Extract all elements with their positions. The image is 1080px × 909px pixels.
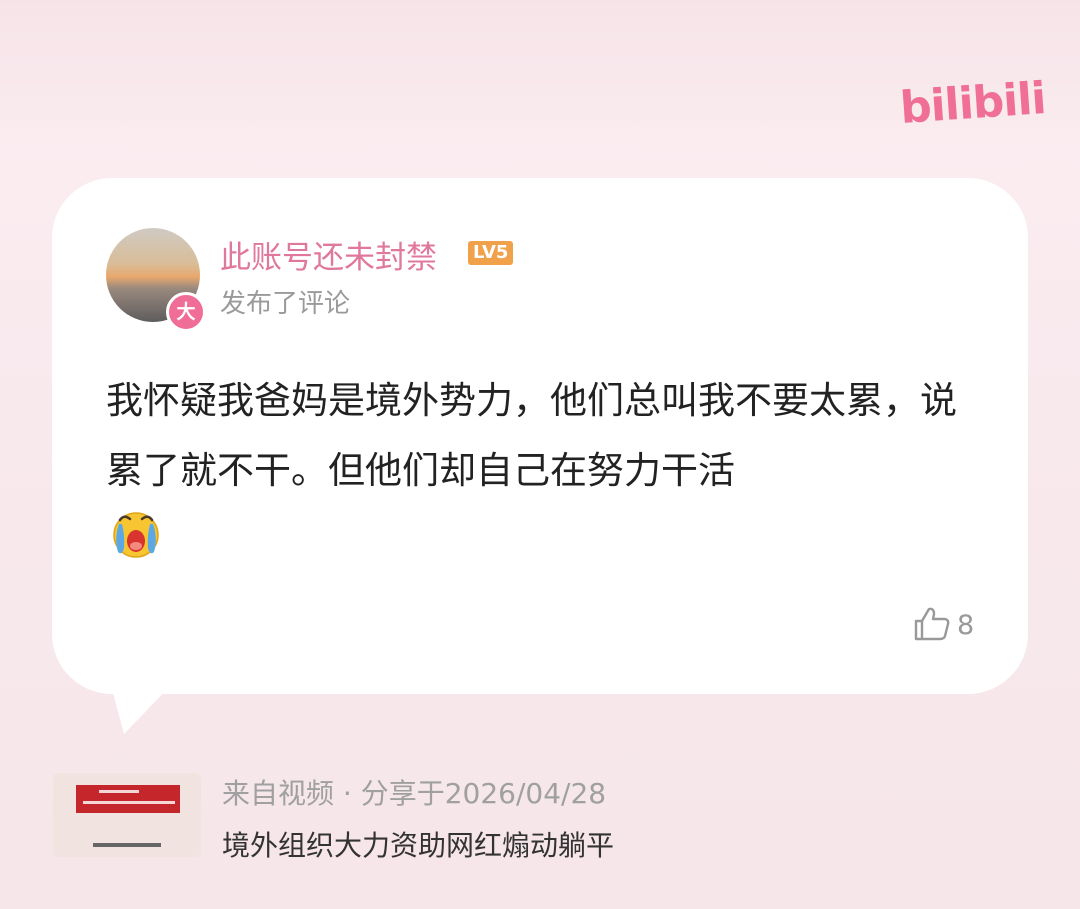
level-badge: LV5 bbox=[468, 241, 514, 265]
username[interactable]: 此账号还未封禁 bbox=[220, 232, 437, 277]
video-source-meta: 来自视频 · 分享于2026/04/28 bbox=[222, 777, 607, 810]
vip-badge: 大 bbox=[166, 292, 206, 332]
like-count[interactable]: 8 bbox=[957, 610, 974, 641]
video-title[interactable]: 境外组织大力资助网红煽动躺平 bbox=[222, 824, 614, 864]
thumbs-up-icon[interactable] bbox=[912, 604, 952, 644]
video-thumbnail[interactable] bbox=[53, 773, 201, 857]
bilibili-logo: bilibili bbox=[898, 72, 1048, 135]
thumbnail-text-line bbox=[83, 801, 175, 804]
action-text: 发布了评论 bbox=[220, 289, 351, 319]
comment-card-tail bbox=[110, 682, 174, 734]
comment-text: 我怀疑我爸妈是境外势力，他们总叫我不要太累，说累了就不干。但他们却自己在努力干活 bbox=[106, 379, 957, 492]
thumbnail-text-line bbox=[99, 790, 139, 793]
crying-face-icon bbox=[113, 512, 159, 558]
thumbnail-caption-line bbox=[93, 843, 161, 847]
